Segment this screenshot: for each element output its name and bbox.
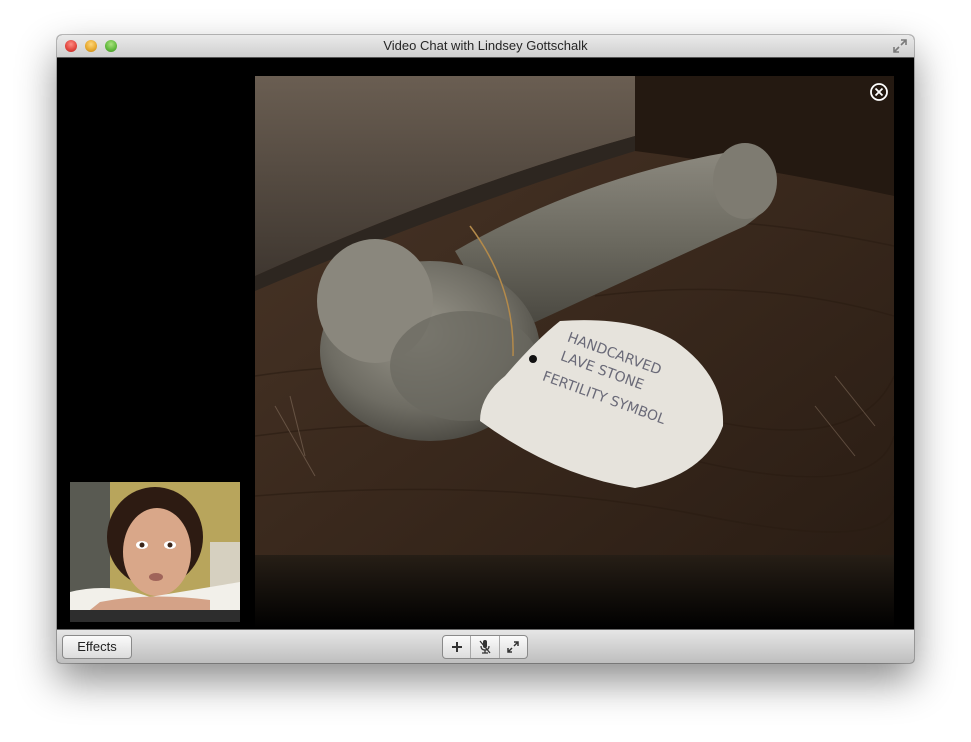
close-circle-icon[interactable] xyxy=(869,82,889,102)
video-chat-window: Video Chat with Lindsey Gottschalk HANDC… xyxy=(57,35,914,663)
expand-icon[interactable] xyxy=(500,636,527,658)
bottom-toolbar: Effects xyxy=(57,629,914,663)
call-controls xyxy=(442,635,528,659)
microphone-mute-icon[interactable] xyxy=(471,636,500,658)
self-view-preview[interactable] xyxy=(70,482,240,622)
fullscreen-icon[interactable] xyxy=(892,38,908,54)
video-reflection xyxy=(255,555,894,629)
effects-button[interactable]: Effects xyxy=(62,635,132,659)
title-bar[interactable]: Video Chat with Lindsey Gottschalk xyxy=(57,35,914,58)
add-participant-icon[interactable] xyxy=(443,636,472,658)
window-title: Video Chat with Lindsey Gottschalk xyxy=(383,38,588,53)
remote-video-feed: HANDCARVED LAVE STONE FERTILITY SYMBOL xyxy=(255,76,894,555)
video-area: HANDCARVED LAVE STONE FERTILITY SYMBOL xyxy=(57,58,914,629)
